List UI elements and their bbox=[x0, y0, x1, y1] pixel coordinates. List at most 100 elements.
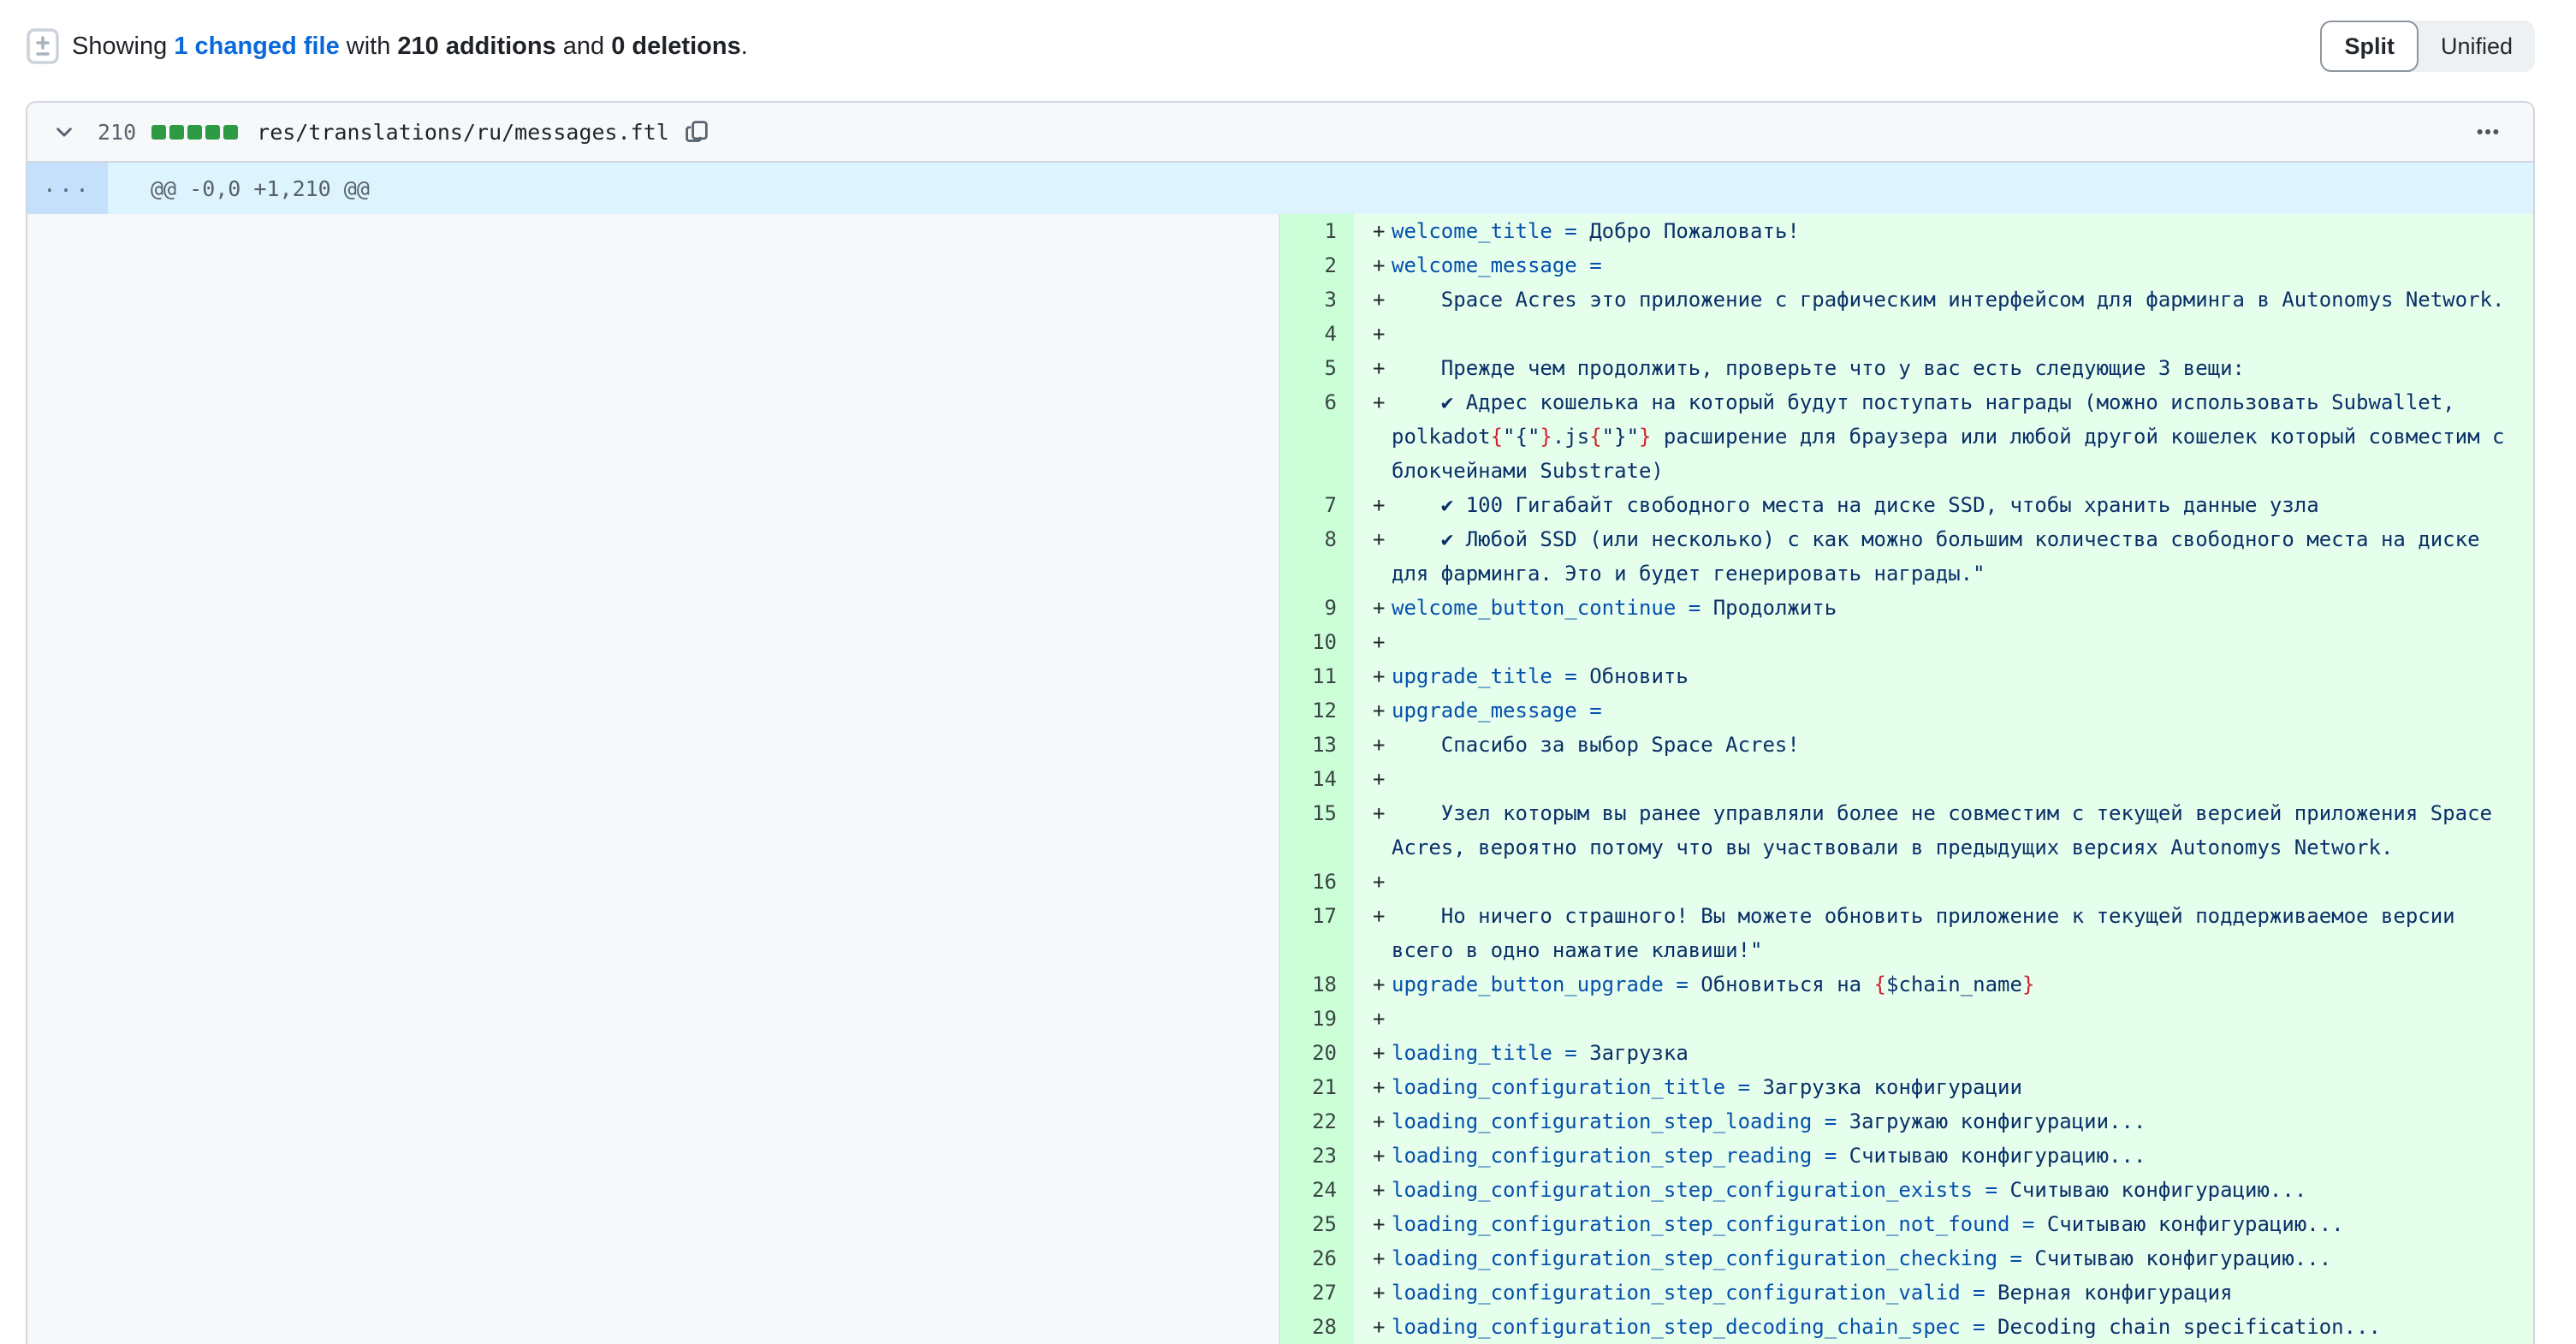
line-content bbox=[1392, 625, 2513, 659]
addition-marker: + bbox=[1373, 625, 1392, 659]
code-token-val: "}" bbox=[1602, 425, 1639, 449]
old-side-empty-cell bbox=[27, 1070, 1280, 1104]
diff-row: 6+ ✔ Адрес кошелька на который будут пос… bbox=[27, 385, 2533, 488]
code-token-red: { bbox=[1491, 425, 1503, 449]
code-token-key: loading_configuration_step_reading bbox=[1392, 1144, 1812, 1168]
code-token-val: Добро Пожаловать! bbox=[1589, 219, 1800, 243]
line-number[interactable]: 22 bbox=[1280, 1104, 1354, 1139]
line-number[interactable]: 20 bbox=[1280, 1036, 1354, 1070]
line-number[interactable]: 3 bbox=[1280, 282, 1354, 317]
line-number[interactable]: 13 bbox=[1280, 728, 1354, 762]
line-content: loading_configuration_step_configuration… bbox=[1392, 1241, 2513, 1276]
line-content: loading_title = Загрузка bbox=[1392, 1036, 2513, 1070]
added-line: + bbox=[1354, 317, 2533, 351]
line-number[interactable]: 16 bbox=[1280, 865, 1354, 899]
file-path[interactable]: res/translations/ru/messages.ftl bbox=[257, 120, 669, 145]
added-line: +loading_configuration_title = Загрузка … bbox=[1354, 1070, 2533, 1104]
addition-marker: + bbox=[1373, 1310, 1392, 1344]
addition-marker: + bbox=[1373, 762, 1392, 796]
added-line: + Но ничего страшного! Вы можете обновит… bbox=[1354, 899, 2533, 967]
line-number[interactable]: 24 bbox=[1280, 1173, 1354, 1207]
addition-marker: + bbox=[1373, 522, 1392, 591]
copy-path-icon[interactable] bbox=[685, 120, 709, 144]
line-number[interactable]: 7 bbox=[1280, 488, 1354, 522]
code-token-val: Считываю конфигурацию... bbox=[1849, 1144, 2146, 1168]
unified-view-button[interactable]: Unified bbox=[2419, 21, 2535, 72]
code-token-eq: = bbox=[1552, 1041, 1589, 1065]
line-number[interactable]: 10 bbox=[1280, 625, 1354, 659]
line-number[interactable]: 15 bbox=[1280, 796, 1354, 865]
collapse-file-chevron-down-icon[interactable] bbox=[53, 121, 75, 143]
line-number[interactable]: 26 bbox=[1280, 1241, 1354, 1276]
line-content: ✔ 100 Гигабайт свободного места на диске… bbox=[1392, 488, 2513, 522]
old-side-empty-cell bbox=[27, 1276, 1280, 1310]
diff-row: 5+ Прежде чем продолжить, проверьте что … bbox=[27, 351, 2533, 385]
code-token-eq: = bbox=[1812, 1144, 1849, 1168]
line-number[interactable]: 8 bbox=[1280, 522, 1354, 591]
added-line: + bbox=[1354, 762, 2533, 796]
addition-marker: + bbox=[1373, 1104, 1392, 1139]
added-line: +welcome_button_continue = Продолжить bbox=[1354, 591, 2533, 625]
old-side-empty-cell bbox=[27, 522, 1280, 591]
line-number[interactable]: 19 bbox=[1280, 1002, 1354, 1036]
added-line: + bbox=[1354, 1002, 2533, 1036]
expand-hunk-button[interactable]: ... bbox=[27, 163, 108, 214]
added-line: + bbox=[1354, 865, 2533, 899]
line-content: loading_configuration_step_configuration… bbox=[1392, 1207, 2513, 1241]
line-number[interactable]: 28 bbox=[1280, 1310, 1354, 1344]
diff-row: 24+loading_configuration_step_configurat… bbox=[27, 1173, 2533, 1207]
old-side-empty-cell bbox=[27, 351, 1280, 385]
old-side-empty-cell bbox=[27, 625, 1280, 659]
addition-marker: + bbox=[1373, 1241, 1392, 1276]
line-number[interactable]: 4 bbox=[1280, 317, 1354, 351]
old-side-empty-cell bbox=[27, 796, 1280, 865]
diff-row: 20+loading_title = Загрузка bbox=[27, 1036, 2533, 1070]
line-content: loading_configuration_step_configuration… bbox=[1392, 1173, 2513, 1207]
line-content: welcome_title = Добро Пожаловать! bbox=[1392, 214, 2513, 248]
diff-row: 15+ Узел которым вы ранее управляли боле… bbox=[27, 796, 2533, 865]
addition-marker: + bbox=[1373, 693, 1392, 728]
line-number[interactable]: 21 bbox=[1280, 1070, 1354, 1104]
line-number[interactable]: 23 bbox=[1280, 1139, 1354, 1173]
line-number[interactable]: 2 bbox=[1280, 248, 1354, 282]
code-token-key: upgrade_message bbox=[1392, 699, 1577, 723]
line-number[interactable]: 14 bbox=[1280, 762, 1354, 796]
split-view-button[interactable]: Split bbox=[2320, 21, 2419, 72]
code-token-val: Прежде чем продолжить, проверьте что у в… bbox=[1392, 356, 2245, 380]
line-number[interactable]: 27 bbox=[1280, 1276, 1354, 1310]
diff-row: 14 + bbox=[27, 762, 2533, 796]
line-number[interactable]: 25 bbox=[1280, 1207, 1354, 1241]
line-number[interactable]: 1 bbox=[1280, 214, 1354, 248]
code-token-val: Обновиться на bbox=[1701, 972, 1873, 996]
added-line: + bbox=[1354, 625, 2533, 659]
old-side-empty-cell bbox=[27, 728, 1280, 762]
summary-showing: Showing bbox=[72, 33, 174, 60]
diff-row: 1+welcome_title = Добро Пожаловать! bbox=[27, 214, 2533, 248]
old-side-empty-cell bbox=[27, 899, 1280, 967]
line-number[interactable]: 17 bbox=[1280, 899, 1354, 967]
line-number[interactable]: 11 bbox=[1280, 659, 1354, 693]
line-number[interactable]: 9 bbox=[1280, 591, 1354, 625]
line-number[interactable]: 18 bbox=[1280, 967, 1354, 1002]
line-number[interactable]: 6 bbox=[1280, 385, 1354, 488]
addition-marker: + bbox=[1373, 728, 1392, 762]
diff-row: 19+ bbox=[27, 1002, 2533, 1036]
hunk-header-row: ... @@ -0,0 +1,210 @@ bbox=[27, 163, 2533, 214]
added-line: +loading_configuration_step_loading = За… bbox=[1354, 1104, 2533, 1139]
code-token-val: "{" bbox=[1503, 425, 1540, 449]
code-token-eq: = bbox=[2009, 1212, 2046, 1236]
diff-row: 25+loading_configuration_step_configurat… bbox=[27, 1207, 2533, 1241]
line-content bbox=[1392, 317, 2513, 351]
code-token-val: $chain_name bbox=[1886, 972, 2022, 996]
line-number[interactable]: 5 bbox=[1280, 351, 1354, 385]
changed-file-link[interactable]: 1 changed file bbox=[174, 33, 339, 60]
code-token-red: } bbox=[1540, 425, 1552, 449]
file-diff-icon[interactable] bbox=[26, 27, 60, 65]
line-number[interactable]: 12 bbox=[1280, 693, 1354, 728]
line-content: Прежде чем продолжить, проверьте что у в… bbox=[1392, 351, 2513, 385]
addition-marker: + bbox=[1373, 317, 1392, 351]
code-token-eq: = bbox=[1552, 219, 1589, 243]
added-line: +loading_configuration_step_configuratio… bbox=[1354, 1276, 2533, 1310]
file-options-kebab-icon[interactable] bbox=[2468, 112, 2508, 152]
split-diff-body: 1+welcome_title = Добро Пожаловать!2+wel… bbox=[27, 214, 2533, 1344]
